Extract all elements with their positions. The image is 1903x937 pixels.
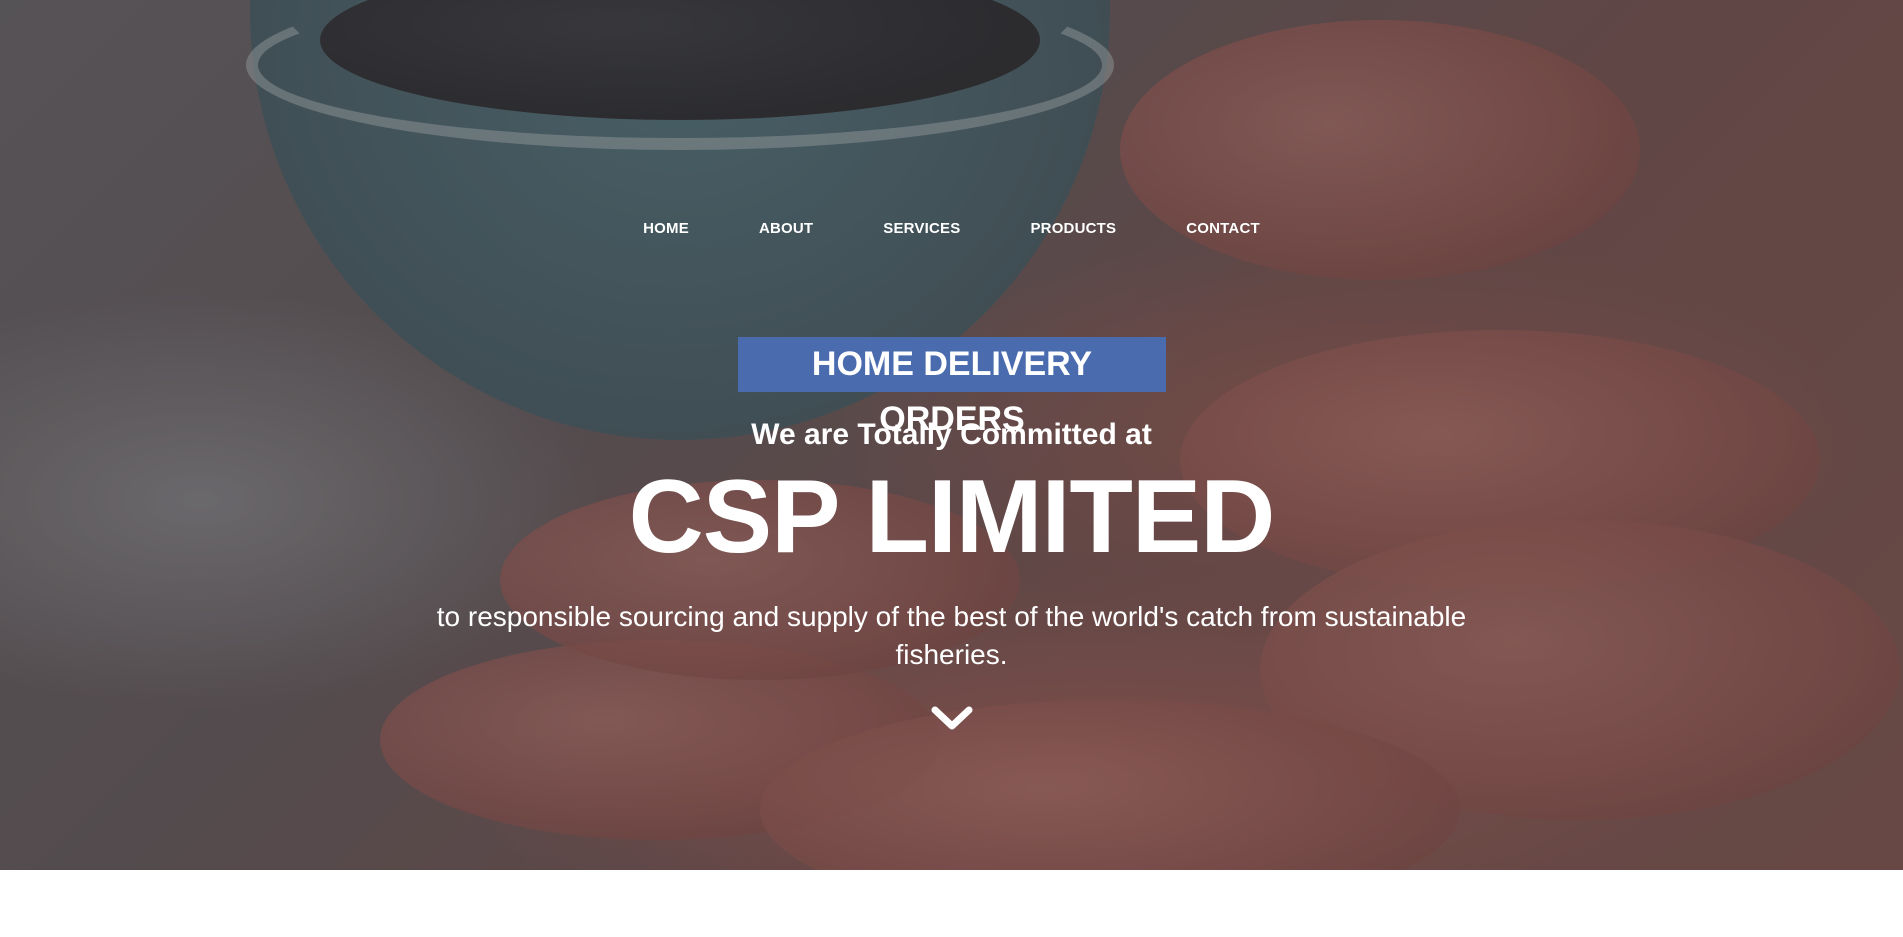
hero-headline: CSP LIMITED: [628, 459, 1276, 575]
nav-item-about[interactable]: ABOUT: [724, 220, 848, 237]
hero-section: HOME ABOUT SERVICES PRODUCTS CONTACT HOM…: [0, 0, 1903, 870]
hero-subtitle: We are Totally Committed at: [751, 418, 1152, 451]
nav-item-products[interactable]: PRODUCTS: [995, 220, 1151, 237]
main-navigation: HOME ABOUT SERVICES PRODUCTS CONTACT: [0, 220, 1903, 237]
hero-tagline: to responsible sourcing and supply of th…: [436, 601, 1467, 670]
nav-item-services[interactable]: SERVICES: [848, 220, 995, 237]
content-section-start: [0, 870, 1903, 937]
nav-item-home[interactable]: HOME: [608, 220, 724, 237]
chevron-down-icon[interactable]: [929, 700, 975, 740]
nav-item-contact[interactable]: CONTACT: [1151, 220, 1295, 237]
home-delivery-orders-badge[interactable]: HOME DELIVERY ORDERS: [738, 337, 1166, 438]
